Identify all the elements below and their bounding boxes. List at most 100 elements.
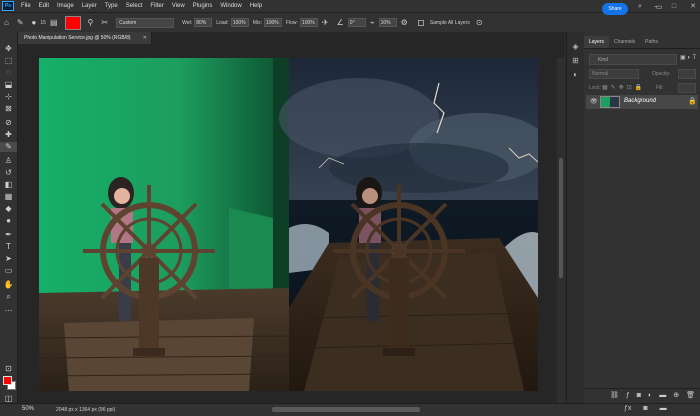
search-icon[interactable]: ⌕: [638, 3, 642, 11]
menu-select[interactable]: Select: [122, 3, 147, 9]
brush-settings-icon[interactable]: ▤: [50, 18, 58, 27]
tab-channels[interactable]: Channels: [609, 36, 640, 48]
blur-tool-icon[interactable]: ◆: [0, 204, 17, 214]
link-layers-icon[interactable]: ⛓: [610, 389, 619, 402]
more-tools-icon[interactable]: ⋯: [0, 306, 17, 316]
foreground-color-swatch[interactable]: [3, 376, 12, 385]
wet-input[interactable]: 80%: [194, 18, 213, 27]
pressure-icon[interactable]: ⊙: [476, 18, 483, 27]
canvas-image[interactable]: [39, 58, 538, 391]
photo-comparison: [39, 58, 538, 391]
flow-input[interactable]: 100%: [299, 18, 318, 27]
brush-preset-icon[interactable]: ●: [32, 18, 37, 27]
rectangle-tool-icon[interactable]: ▭: [0, 266, 17, 276]
share-button[interactable]: Share: [602, 3, 628, 15]
mix-label: Mix:: [252, 19, 262, 26]
smoothing-input[interactable]: 10%: [378, 18, 397, 27]
lock-options-icons[interactable]: ▦✎✥⊡🔒: [602, 84, 645, 91]
mixer-brush-tool-icon[interactable]: ✎: [17, 18, 24, 27]
menu-layer[interactable]: Layer: [78, 3, 101, 9]
angle-input[interactable]: 0°: [347, 18, 366, 27]
horizontal-scroll-thumb[interactable]: [272, 407, 420, 412]
layer-filter-kind[interactable]: Kind: [589, 54, 677, 65]
lasso-tool-icon[interactable]: ◌: [0, 68, 17, 78]
dodge-tool-icon[interactable]: ●: [0, 216, 17, 226]
folder-icon[interactable]: ▬: [660, 405, 667, 412]
layer-style-icon[interactable]: ƒ: [626, 389, 630, 402]
mix-input[interactable]: 100%: [263, 18, 282, 27]
blend-preset-select[interactable]: Custom: [116, 17, 175, 28]
load-brush-icon[interactable]: ⚲: [88, 18, 94, 27]
filter-icons[interactable]: ▣ ◐ T: [680, 54, 696, 61]
frame-tool-icon[interactable]: ⊠: [0, 104, 17, 114]
crop-tool-icon[interactable]: ⊹: [0, 92, 17, 102]
home-icon[interactable]: ⌂: [4, 18, 9, 27]
tab-paths[interactable]: Paths: [640, 36, 663, 48]
add-mask-icon[interactable]: ◙: [637, 389, 641, 402]
load-input[interactable]: 100%: [230, 18, 249, 27]
layer-name[interactable]: Background: [624, 98, 656, 104]
status-icons: ƒx ◙ ▬: [624, 405, 667, 412]
learn-icon[interactable]: ◈: [567, 42, 584, 51]
type-tool-icon[interactable]: T: [0, 242, 17, 252]
layers-panel-footer: ⛓ ƒ ◙ ◐ ▬ ⊕ 🗑: [584, 388, 700, 402]
clean-brush-icon[interactable]: ✂: [101, 18, 108, 27]
menu-file[interactable]: File: [17, 3, 35, 9]
menu-window[interactable]: Window: [216, 3, 245, 9]
workspace-icon[interactable]: ▭: [656, 3, 663, 11]
vertical-scrollbar[interactable]: [557, 58, 565, 403]
libraries-icon[interactable]: ⊞: [567, 56, 584, 65]
menu-type[interactable]: Type: [101, 3, 122, 9]
path-selection-tool-icon[interactable]: ➤: [0, 254, 17, 264]
blend-mode-select[interactable]: Normal: [589, 69, 639, 79]
fx-icon[interactable]: ƒx: [624, 405, 631, 412]
current-color-swatch[interactable]: [64, 15, 81, 30]
adjustments-icon[interactable]: ◐: [567, 70, 584, 79]
clone-stamp-tool-icon[interactable]: ♙: [0, 156, 17, 166]
adjustment-layer-icon[interactable]: ◐: [648, 389, 652, 402]
eraser-tool-icon[interactable]: ◧: [0, 180, 17, 190]
layer-row[interactable]: 👁 Background 🔒: [586, 95, 698, 109]
mask-icon[interactable]: ◙: [643, 405, 647, 412]
maximize-icon[interactable]: □: [672, 3, 676, 10]
sample-all-layers-checkbox[interactable]: [417, 19, 424, 26]
pen-tool-icon[interactable]: ✒: [0, 230, 17, 240]
menu-edit[interactable]: Edit: [35, 3, 53, 9]
move-tool-icon[interactable]: ✥: [0, 44, 17, 54]
photoshop-logo-icon[interactable]: Ps: [2, 1, 14, 11]
gradient-tool-icon[interactable]: ▦: [0, 192, 17, 202]
menu-help[interactable]: Help: [246, 3, 266, 9]
status-bar: 50% 2048 px x 1364 px (96 ppi) ƒx ◙ ▬: [0, 403, 700, 416]
tab-layers[interactable]: Layers: [584, 36, 610, 48]
options-right-icons: ⌕ ▭: [638, 3, 663, 11]
airbrush-icon[interactable]: ✈: [322, 18, 329, 27]
document-tab[interactable]: Photo Manipulation Service.jpg @ 50% (RG…: [18, 32, 152, 44]
history-brush-tool-icon[interactable]: ↺: [0, 168, 17, 178]
smoothing-settings-icon[interactable]: ⚙: [401, 18, 408, 27]
edit-toolbar-icon[interactable]: ⊡: [0, 364, 17, 374]
opacity-input[interactable]: [678, 69, 696, 79]
document-tab-title: Photo Manipulation Service.jpg @ 50% (RG…: [24, 35, 131, 41]
menu-view[interactable]: View: [168, 3, 189, 9]
eyedropper-tool-icon[interactable]: ⊘: [0, 118, 17, 128]
menu-plugins[interactable]: Plugins: [189, 3, 217, 9]
object-select-tool-icon[interactable]: ⬓: [0, 80, 17, 90]
vertical-scroll-thumb[interactable]: [559, 158, 563, 278]
spot-healing-tool-icon[interactable]: ✚: [0, 130, 17, 140]
hand-tool-icon[interactable]: ✋: [0, 280, 17, 290]
brush-tool-icon[interactable]: ✎: [0, 142, 17, 152]
zoom-tool-icon[interactable]: ⌕: [0, 292, 17, 302]
layer-lock-icon[interactable]: 🔒: [688, 97, 697, 105]
zoom-level[interactable]: 50%: [22, 406, 34, 412]
fill-input[interactable]: [678, 83, 696, 93]
new-layer-icon[interactable]: ⊕: [673, 389, 679, 402]
tab-close-icon[interactable]: ✕: [143, 32, 147, 44]
layers-panel: Layers Channels Paths Kind ▣ ◐ T Normal …: [584, 32, 700, 403]
marquee-tool-icon[interactable]: ⬚: [0, 56, 17, 66]
new-group-icon[interactable]: ▬: [659, 389, 666, 402]
close-icon[interactable]: ✕: [690, 2, 696, 10]
menu-filter[interactable]: Filter: [146, 3, 167, 9]
menu-image[interactable]: Image: [53, 3, 78, 9]
delete-layer-icon[interactable]: 🗑: [686, 389, 695, 402]
visibility-eye-icon[interactable]: 👁: [590, 98, 598, 105]
